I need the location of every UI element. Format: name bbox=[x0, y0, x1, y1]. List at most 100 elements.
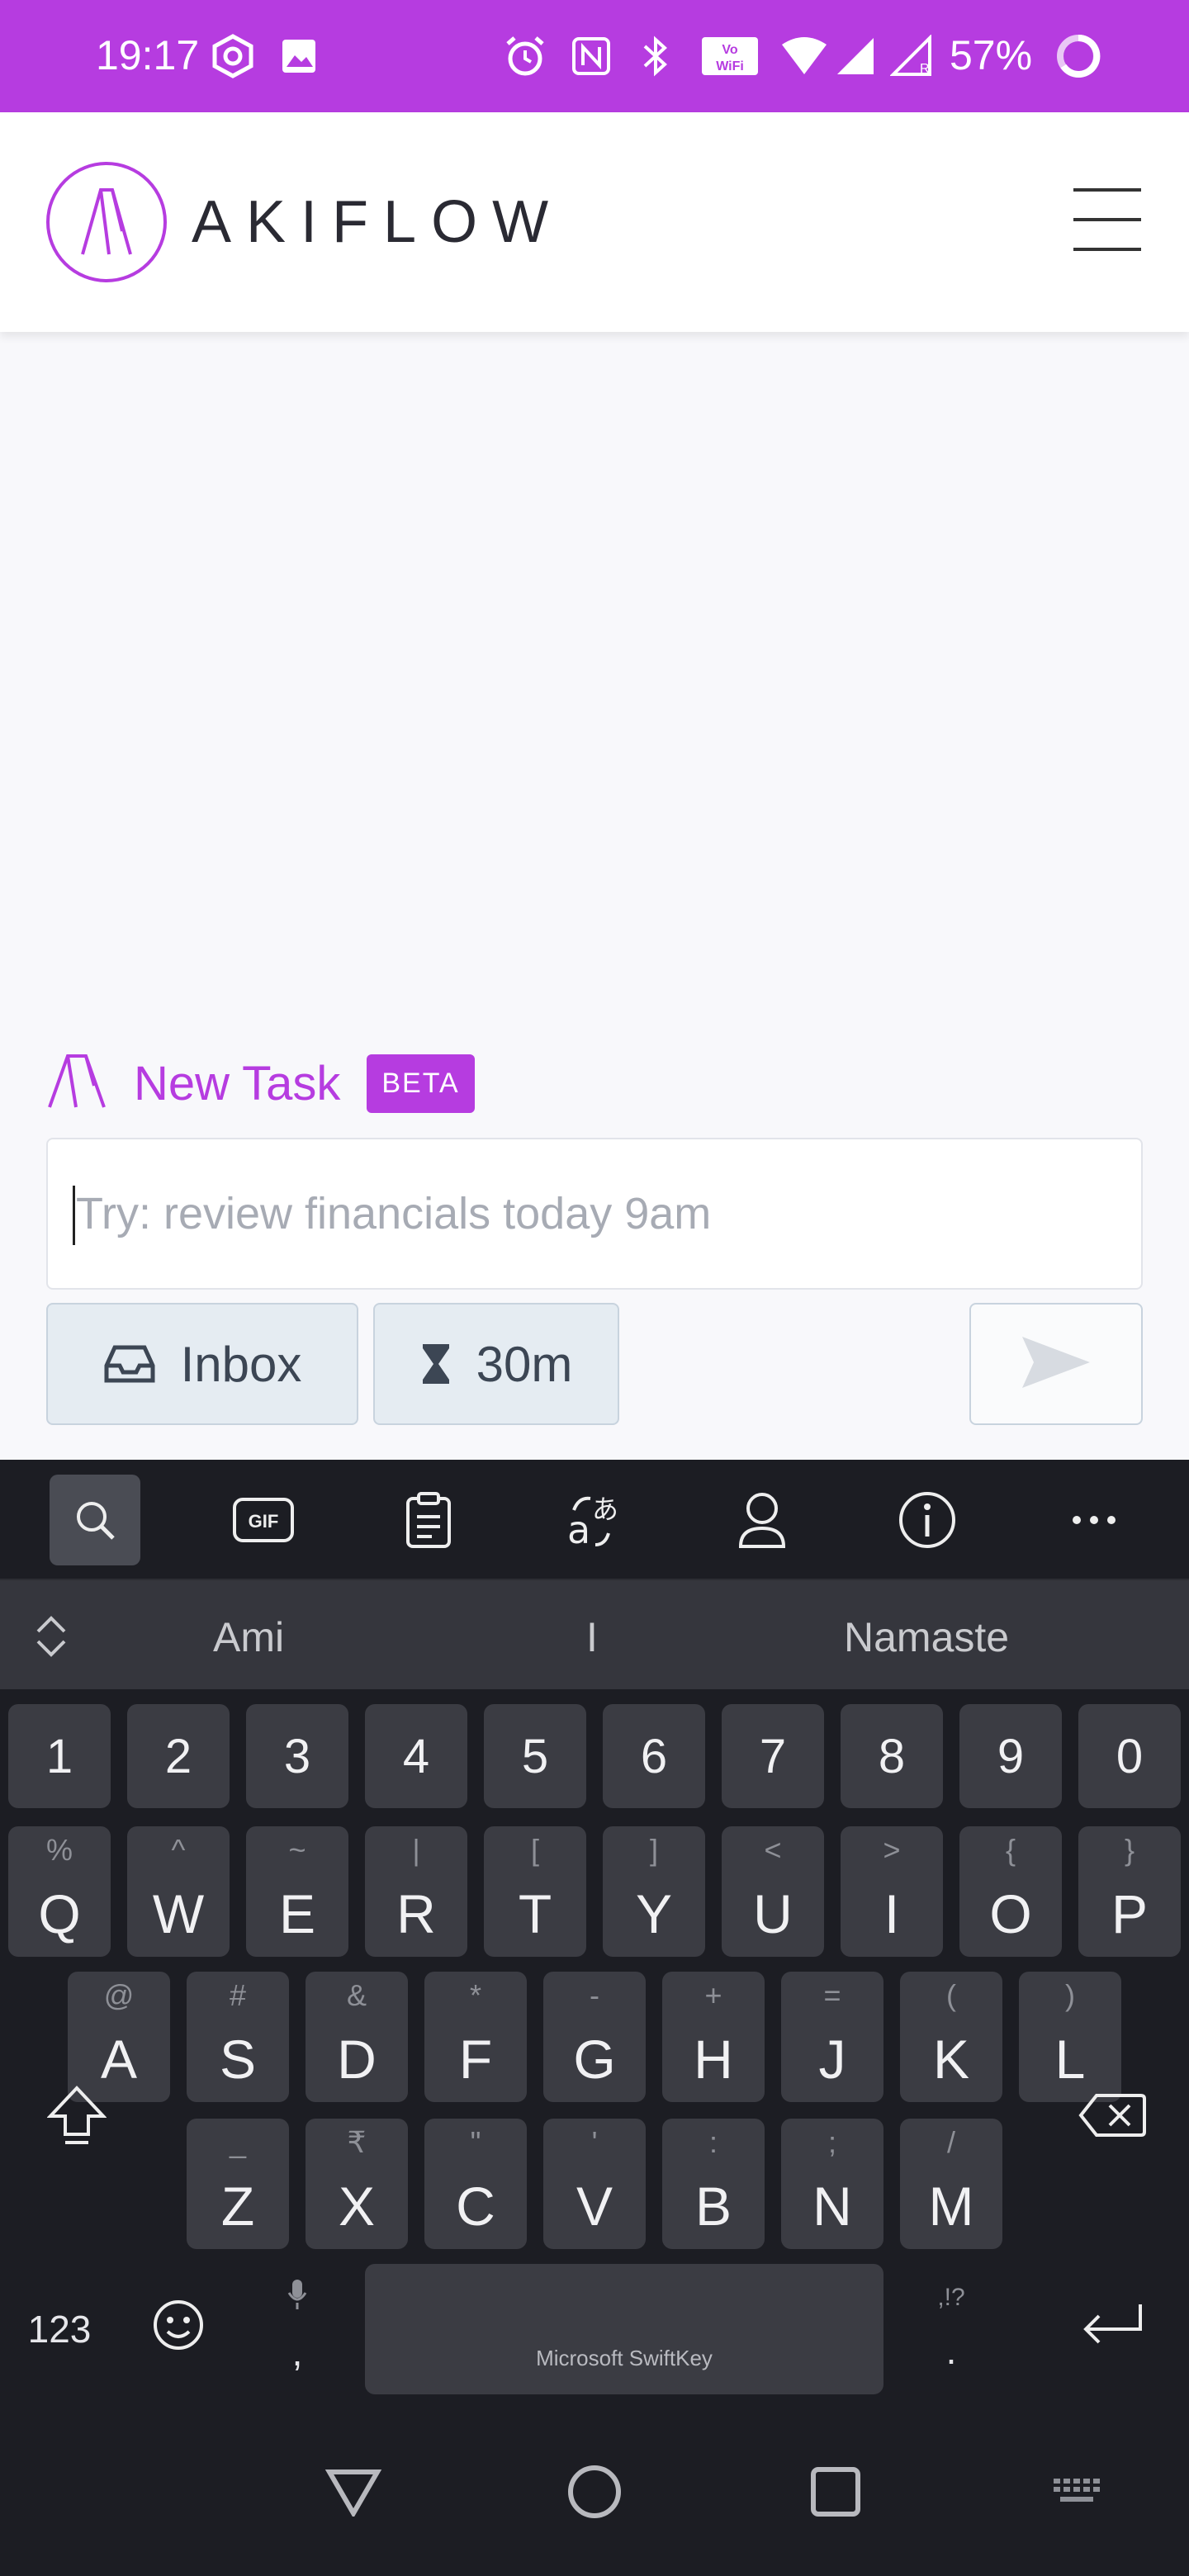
letter-key[interactable]: & D bbox=[306, 1972, 408, 2102]
backspace-icon bbox=[1078, 2092, 1146, 2147]
svg-text:WiFi: WiFi bbox=[716, 59, 744, 73]
letter-key[interactable]: | R bbox=[365, 1826, 467, 1957]
key-label: P bbox=[1111, 1883, 1149, 1944]
key-alt-symbol: | bbox=[412, 1833, 420, 1867]
letter-key[interactable]: ' V bbox=[543, 2119, 646, 2249]
comma-key[interactable]: , bbox=[254, 2264, 340, 2394]
gif-icon[interactable]: GIF bbox=[218, 1475, 309, 1565]
battery-percentage: 57% bbox=[950, 32, 1033, 78]
letter-key[interactable]: :B bbox=[662, 2119, 765, 2249]
profile-icon[interactable] bbox=[717, 1475, 808, 1565]
letter-key[interactable]: % Q bbox=[8, 1826, 111, 1957]
number-key[interactable]: 7 bbox=[722, 1704, 824, 1808]
key-label: X bbox=[338, 2176, 376, 2237]
key-label: J bbox=[818, 2029, 846, 2090]
info-icon[interactable] bbox=[882, 1475, 973, 1565]
period-key[interactable]: ,!? . bbox=[908, 2264, 994, 2394]
letter-key[interactable]: ; N bbox=[781, 2119, 883, 2249]
emoji-key[interactable] bbox=[135, 2264, 221, 2394]
letter-key[interactable]: < U bbox=[722, 1826, 824, 1957]
back-nav-icon[interactable] bbox=[314, 2452, 393, 2531]
hamburger-menu-icon[interactable] bbox=[1070, 183, 1144, 258]
key-alt-symbol: * bbox=[469, 1978, 481, 2012]
backspace-key[interactable] bbox=[1052, 2054, 1172, 2185]
number-key[interactable]: 2 bbox=[127, 1704, 230, 1808]
collapse-suggestions-icon[interactable] bbox=[33, 1612, 69, 1665]
number-key[interactable]: 6 bbox=[603, 1704, 705, 1808]
letter-key[interactable]: " C bbox=[424, 2119, 527, 2249]
letter-key[interactable]: * F bbox=[424, 1972, 527, 2102]
key-alt-symbol: { bbox=[1005, 1833, 1016, 1867]
inbox-button[interactable]: Inbox bbox=[46, 1303, 358, 1425]
number-key[interactable]: 1 bbox=[8, 1704, 111, 1808]
key-alt-symbol: @ bbox=[103, 1978, 135, 2012]
letter-key[interactable]: # S bbox=[187, 1972, 289, 2102]
letter-key[interactable]: {O bbox=[959, 1826, 1062, 1957]
translate-icon[interactable]: aあ bbox=[550, 1475, 641, 1565]
key-label: W bbox=[152, 1883, 205, 1944]
status-time: 19:17 bbox=[96, 32, 200, 78]
letter-key[interactable]: [T bbox=[484, 1826, 586, 1957]
letter-key[interactable]: + H bbox=[662, 1972, 765, 2102]
akiflow-logo-icon[interactable] bbox=[46, 162, 167, 282]
letter-key[interactable]: > I bbox=[841, 1826, 943, 1957]
letter-key[interactable]: ] Y bbox=[603, 1826, 705, 1957]
duration-button[interactable]: 30m bbox=[373, 1303, 619, 1425]
number-key[interactable]: 3 bbox=[246, 1704, 348, 1808]
clipboard-icon[interactable] bbox=[383, 1475, 474, 1565]
number-key[interactable]: 5 bbox=[484, 1704, 586, 1808]
enter-key[interactable] bbox=[1052, 2264, 1172, 2394]
keyboard-hide-icon[interactable] bbox=[1037, 2452, 1116, 2531]
key-label: G bbox=[573, 2029, 616, 2090]
suggestion-word[interactable]: Namaste bbox=[844, 1613, 1009, 1661]
shift-key[interactable] bbox=[17, 2054, 137, 2185]
letter-key[interactable]: (K bbox=[900, 1972, 1002, 2102]
key-alt-symbol: ' bbox=[591, 2125, 598, 2159]
key-alt-symbol: : bbox=[708, 2125, 718, 2159]
key-label: K bbox=[932, 2029, 970, 2090]
letter-key[interactable]: _ Z bbox=[187, 2119, 289, 2249]
number-key[interactable]: 4 bbox=[365, 1704, 467, 1808]
key-alt-symbol: [ bbox=[530, 1833, 539, 1867]
keyboard-search-icon[interactable] bbox=[50, 1475, 140, 1565]
key-label: B bbox=[694, 2176, 732, 2237]
space-key[interactable]: Microsoft SwiftKey bbox=[365, 2264, 883, 2394]
key-label: 5 bbox=[521, 1729, 549, 1783]
send-button[interactable] bbox=[969, 1303, 1143, 1425]
letter-key[interactable]: = J bbox=[781, 1972, 883, 2102]
svg-text:a: a bbox=[567, 1508, 590, 1550]
key-label: S bbox=[219, 2029, 257, 2090]
bluetooth-icon bbox=[631, 31, 680, 81]
letter-key[interactable]: / M bbox=[900, 2119, 1002, 2249]
number-key[interactable]: 0 bbox=[1078, 1704, 1181, 1808]
inbox-label: Inbox bbox=[180, 1336, 302, 1392]
beta-badge: BETA bbox=[367, 1054, 475, 1113]
letter-key[interactable]: ~ E bbox=[246, 1826, 348, 1957]
letter-key[interactable]: ₹ X bbox=[306, 2119, 408, 2249]
key-label: F bbox=[458, 2029, 493, 2090]
home-nav-icon[interactable] bbox=[555, 2452, 634, 2531]
suggestion-word[interactable]: I bbox=[586, 1613, 598, 1661]
more-options-icon[interactable] bbox=[1049, 1475, 1139, 1565]
letter-key[interactable]: } P bbox=[1078, 1826, 1181, 1957]
key-label: O bbox=[989, 1883, 1032, 1944]
text-caret bbox=[73, 1186, 75, 1245]
numbers-toggle-key[interactable]: 123 bbox=[17, 2264, 102, 2394]
letter-key[interactable]: -G bbox=[543, 1972, 646, 2102]
duration-label: 30m bbox=[476, 1336, 573, 1392]
suggestion-word[interactable]: Ami bbox=[213, 1613, 284, 1661]
number-key[interactable]: 9 bbox=[959, 1704, 1062, 1808]
status-bar: 19:17 Vo WiFi R 57% bbox=[0, 0, 1189, 112]
task-input[interactable] bbox=[46, 1138, 1143, 1290]
key-alt-symbol: _ bbox=[229, 2125, 247, 2159]
number-key[interactable]: 8 bbox=[841, 1704, 943, 1808]
key-alt-symbol: / bbox=[946, 2125, 955, 2159]
key-alt-symbol: % bbox=[45, 1833, 73, 1867]
key-alt-symbol: ₹ bbox=[347, 2125, 367, 2159]
key-alt-symbol: } bbox=[1124, 1833, 1135, 1867]
key-alt-symbol: " bbox=[470, 2125, 481, 2159]
key-label: H bbox=[694, 2029, 733, 2090]
key-alt-symbol: ~ bbox=[288, 1833, 306, 1867]
letter-key[interactable]: ^ W bbox=[127, 1826, 230, 1957]
recents-nav-icon[interactable] bbox=[796, 2452, 875, 2531]
